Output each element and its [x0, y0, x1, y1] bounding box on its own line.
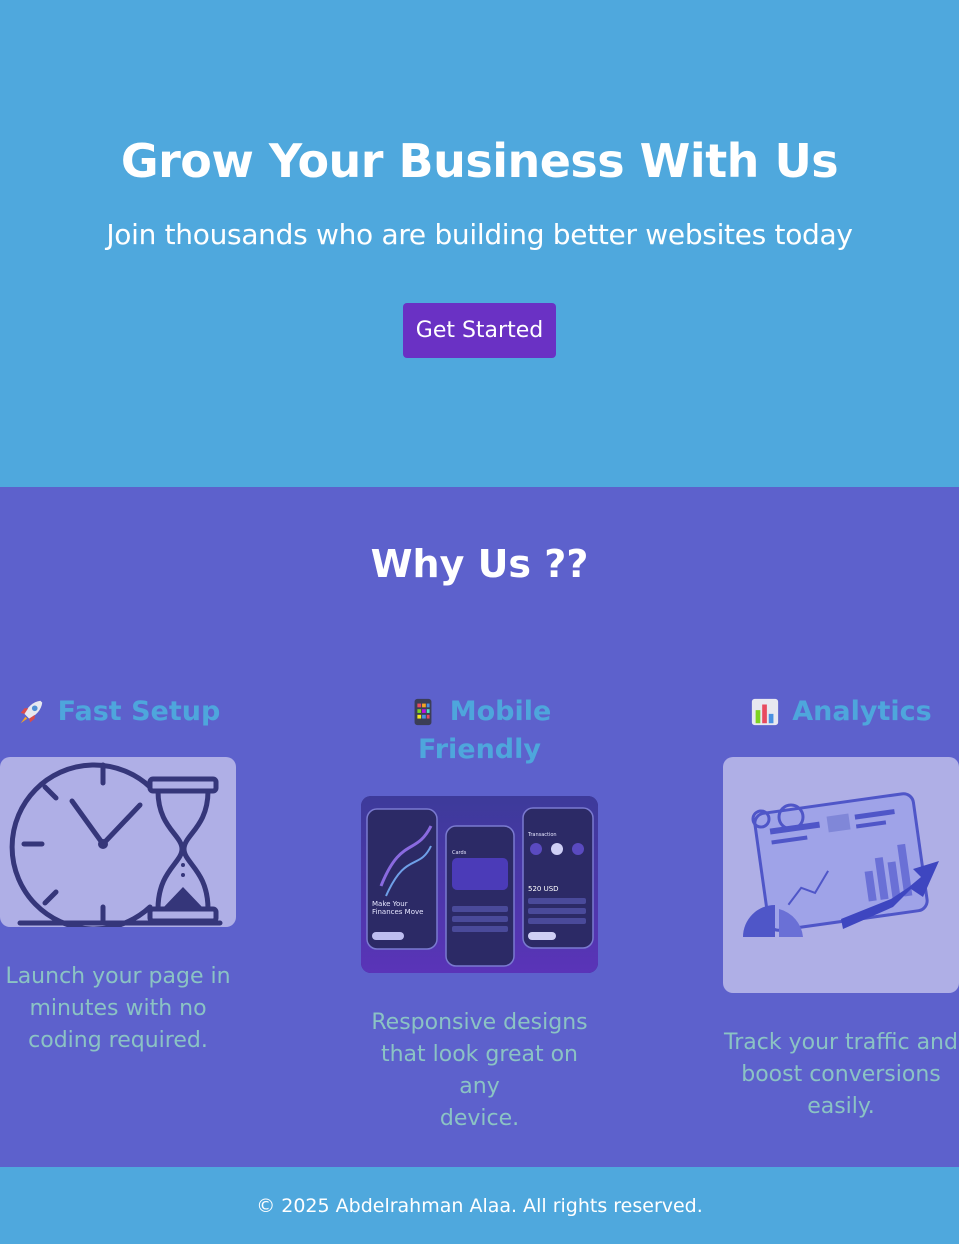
- feature-title-label: Mobile: [449, 696, 552, 727]
- feature-card-mobile-friendly: Mobile Friendly Make Your Finances Move …: [361, 693, 598, 1135]
- feature-title: Mobile Friendly: [361, 693, 598, 769]
- phone-text: Finances Move: [372, 908, 423, 916]
- description-line: easily.: [807, 1094, 875, 1119]
- feature-description: Launch your page in minutes with no codi…: [0, 961, 236, 1057]
- clock-hourglass-illustration: [0, 757, 236, 927]
- feature-card-analytics: Analytics Track your traffic and boost c…: [723, 693, 959, 1123]
- hero-subtitle: Join thousands who are building better w…: [106, 218, 853, 251]
- description-line: Track your traffic and: [724, 1030, 958, 1055]
- description-line: coding required.: [28, 1028, 208, 1053]
- feature-card-fast-setup: Fast Setup Launch your page in minutes w…: [0, 693, 236, 1057]
- feature-title-label: Friendly: [417, 734, 541, 765]
- phone-text: Transaction: [527, 832, 557, 838]
- analytics-dashboard-illustration: [723, 757, 959, 993]
- description-line: that look great on any: [380, 1042, 578, 1099]
- phone-text: Make Your: [372, 900, 408, 908]
- bar-chart-icon: [752, 698, 779, 726]
- description-line: Launch your page in: [5, 964, 231, 989]
- description-line: minutes with no: [29, 996, 207, 1021]
- copyright-text: © 2025 Abdelrahman Alaa. All rights rese…: [256, 1194, 703, 1217]
- phone-text: 520 USD: [528, 885, 559, 893]
- hero-title: Grow Your Business With Us: [120, 134, 839, 188]
- footer: © 2025 Abdelrahman Alaa. All rights rese…: [0, 1167, 959, 1244]
- description-line: device.: [439, 1106, 520, 1131]
- rocket-icon: [20, 700, 42, 724]
- features-section: Why Us ?? Fast Setup Launch your page in…: [0, 487, 959, 1167]
- mobile-apps-icon: [414, 698, 432, 726]
- description-line: boost conversions: [741, 1062, 941, 1087]
- hero-section: Grow Your Business With Us Join thousand…: [0, 0, 959, 487]
- features-heading: Why Us ??: [370, 542, 589, 586]
- feature-title: Fast Setup: [0, 693, 236, 731]
- feature-title-label: Analytics: [792, 696, 932, 727]
- feature-title-label: Fast Setup: [57, 696, 221, 727]
- mobile-phones-illustration: Make Your Finances Move Cards Transactio…: [361, 796, 598, 973]
- feature-title: Analytics: [723, 693, 959, 731]
- feature-description: Responsive designs that look great on an…: [361, 1007, 598, 1135]
- phone-text: Cards: [452, 850, 467, 856]
- feature-description: Track your traffic and boost conversions…: [723, 1027, 959, 1123]
- get-started-button[interactable]: Get Started: [402, 303, 557, 358]
- description-line: Responsive designs: [371, 1010, 588, 1035]
